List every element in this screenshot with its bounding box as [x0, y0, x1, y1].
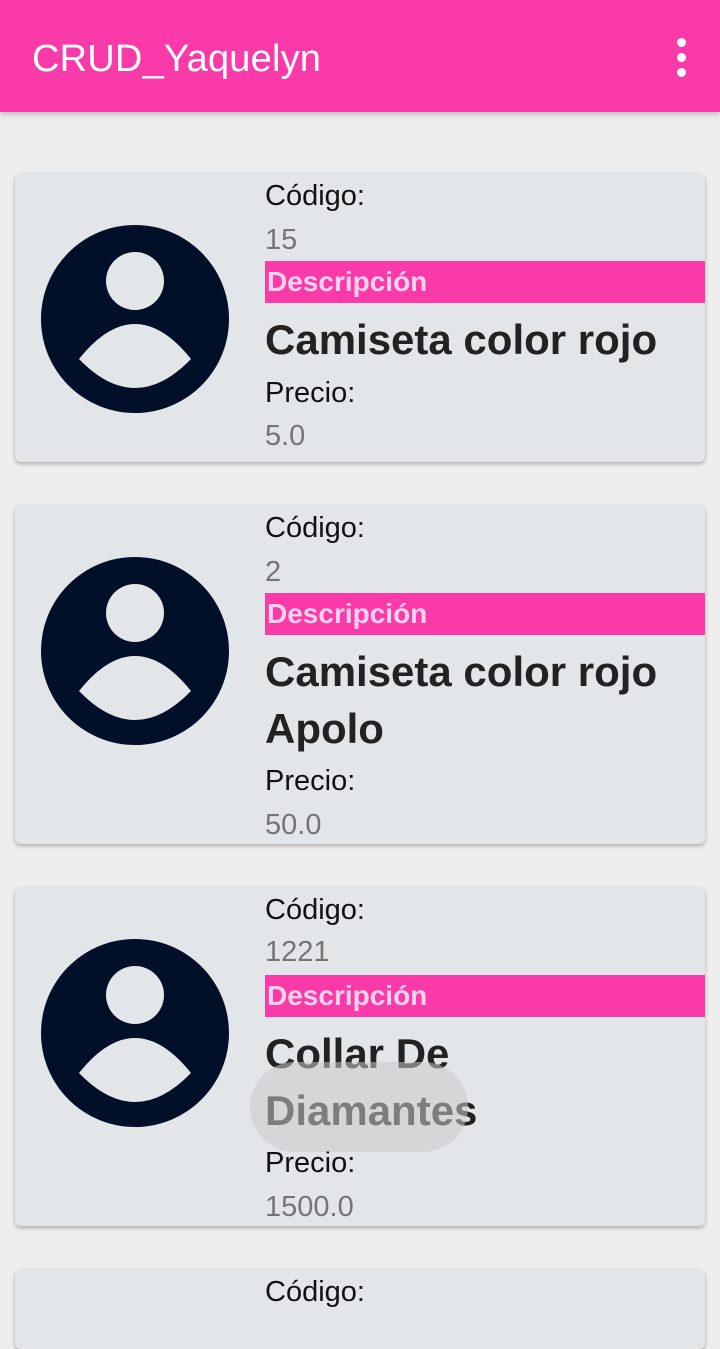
- app-title: CRUD_Yaquelyn: [32, 38, 322, 80]
- price-value: 50.0: [265, 809, 322, 841]
- more-vert-icon[interactable]: [670, 38, 694, 78]
- toast-message: [250, 1062, 468, 1152]
- code-label: Código:: [265, 1276, 365, 1308]
- product-card[interactable]: Código: 2 Descripción Camiseta color roj…: [15, 505, 705, 844]
- description-label: Descripción: [267, 598, 428, 629]
- description-header: Descripción: [265, 593, 705, 635]
- price-value: 5.0: [265, 420, 306, 452]
- code-value: 15: [265, 224, 298, 256]
- account-circle-icon: [41, 557, 229, 745]
- product-card[interactable]: Código: 1221 Descripción Collar De Diama…: [15, 887, 705, 1226]
- product-card[interactable]: Código: 15 Descripción Camiseta color ro…: [15, 173, 705, 462]
- price-label: Precio:: [265, 377, 356, 409]
- description-value: Camiseta color rojo Apolo: [265, 648, 658, 752]
- app-bar: CRUD_Yaquelyn: [0, 0, 720, 112]
- account-circle-icon: [41, 939, 229, 1127]
- description-value: Camiseta color rojo: [265, 316, 658, 363]
- code-label: Código:: [265, 180, 365, 212]
- code-label: Código:: [265, 894, 365, 926]
- product-card[interactable]: Código:: [15, 1269, 705, 1349]
- code-value: 1221: [265, 936, 330, 968]
- description-header: Descripción: [265, 975, 705, 1017]
- code-label: Código:: [265, 512, 365, 544]
- description-label: Descripción: [267, 266, 428, 297]
- description-label: Descripción: [267, 980, 428, 1011]
- account-circle-icon: [41, 225, 229, 413]
- price-value: 1500.0: [265, 1191, 354, 1223]
- description-header: Descripción: [265, 261, 705, 303]
- price-label: Precio:: [265, 765, 356, 797]
- code-value: 2: [265, 556, 282, 588]
